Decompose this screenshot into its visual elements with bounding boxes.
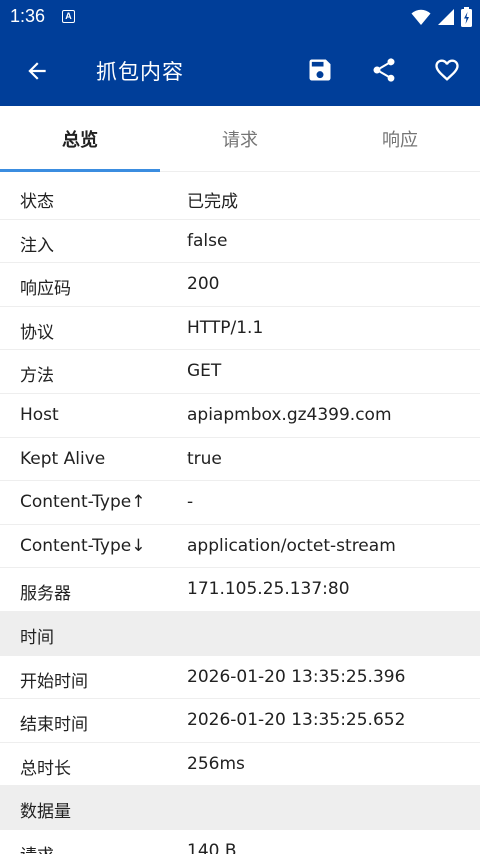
row-value: 171.105.25.137:80 (187, 579, 350, 600)
app-bar: 抓包内容 (0, 34, 480, 106)
status-icons (411, 7, 472, 27)
section-header-data-size: 数据量 (0, 786, 480, 830)
heart-icon (435, 59, 459, 81)
tab-label: 请求 (222, 129, 258, 151)
list-item[interactable]: 注入 false (0, 219, 480, 264)
row-value: - (187, 492, 194, 513)
tab-overview[interactable]: 总览 (0, 106, 160, 171)
tab-response[interactable]: 响应 (320, 106, 480, 171)
row-key: Content-Type↓ (20, 535, 146, 556)
back-button[interactable] (20, 54, 54, 88)
list-item[interactable]: 方法 GET (0, 350, 480, 394)
row-key: 方法 (20, 366, 54, 387)
signal-icon (438, 9, 454, 25)
page-title: 抓包内容 (96, 60, 184, 84)
row-key: 响应码 (20, 279, 71, 300)
notification-a-icon: A (62, 10, 75, 23)
row-value: 256ms (187, 753, 245, 774)
row-key: 开始时间 (20, 671, 88, 692)
row-key: 结束时间 (20, 715, 88, 736)
section-title: 时间 (20, 627, 54, 648)
row-value: apiapmbox.gz4399.com (187, 404, 392, 425)
row-key: 总时长 (20, 758, 71, 779)
favorite-button[interactable] (430, 53, 464, 87)
tab-request[interactable]: 请求 (160, 106, 320, 171)
detail-list: 状态 已完成 注入 false 响应码 200 协议 HTTP/1.1 方法 GET Ho… (0, 176, 480, 854)
battery-icon (461, 7, 472, 27)
save-button[interactable] (303, 53, 337, 87)
row-key: 请求 (20, 841, 54, 854)
list-item[interactable]: 协议 HTTP/1.1 (0, 306, 480, 351)
save-icon (309, 59, 331, 81)
status-bar: 1:36 A (0, 0, 480, 34)
row-key: 服务器 (20, 584, 71, 605)
tab-label: 响应 (382, 129, 418, 151)
row-key: Content-Type↑ (20, 492, 146, 513)
list-item[interactable]: Host apiapmbox.gz4399.com (0, 393, 480, 438)
list-item[interactable]: 响应码 200 (0, 263, 480, 307)
section-header-time: 时间 (0, 611, 480, 656)
arrow-left-icon (28, 62, 46, 80)
row-key: Kept Alive (20, 448, 106, 469)
row-value: HTTP/1.1 (187, 317, 264, 338)
row-value: true (187, 448, 222, 469)
row-value: false (187, 230, 228, 251)
status-time: 1:36 (10, 6, 46, 26)
tab-label: 总览 (62, 129, 98, 151)
row-value: 2026-01-20 13:35:25.652 (187, 710, 406, 731)
share-button[interactable] (367, 53, 401, 87)
list-item[interactable]: 开始时间 2026-01-20 13:35:25.396 (0, 655, 480, 700)
row-value: application/octet-stream (187, 535, 396, 556)
row-key: Host (20, 404, 59, 425)
list-item[interactable]: Content-Type↑ - (0, 481, 480, 525)
row-key: 状态 (20, 192, 54, 212)
row-value: 已完成 (187, 192, 238, 212)
list-item[interactable]: 请求 140 B (0, 829, 480, 854)
share-icon (373, 58, 395, 82)
row-value: 2026-01-20 13:35:25.396 (187, 666, 406, 687)
row-key: 协议 (20, 322, 54, 343)
list-item[interactable]: 状态 已完成 (0, 176, 480, 220)
list-item[interactable]: 服务器 171.105.25.137:80 (0, 568, 480, 612)
wifi-icon (411, 9, 431, 25)
list-item[interactable]: Content-Type↓ application/octet-stream (0, 524, 480, 569)
row-value: 200 (187, 274, 220, 295)
row-value: GET (187, 361, 222, 382)
row-value: 140 B (187, 840, 237, 854)
list-item[interactable]: 总时长 256ms (0, 742, 480, 787)
list-item[interactable]: Kept Alive true (0, 437, 480, 482)
list-item[interactable]: 结束时间 2026-01-20 13:35:25.652 (0, 699, 480, 743)
row-key: 注入 (20, 235, 54, 256)
section-title: 数据量 (20, 802, 71, 823)
tab-indicator (0, 169, 160, 172)
tab-bar: 总览 请求 响应 (0, 106, 480, 172)
